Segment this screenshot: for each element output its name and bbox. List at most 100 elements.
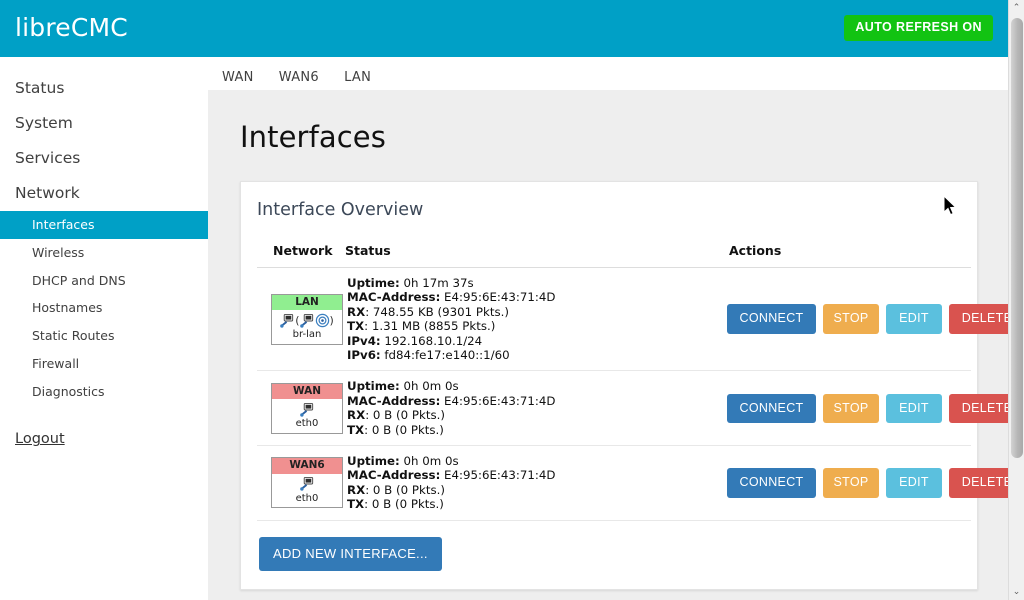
status-line: MAC-Address: E4:95:6E:43:71:4D (347, 468, 725, 482)
sidebar-item-interfaces[interactable]: Interfaces (0, 211, 208, 239)
zone-icons (272, 399, 342, 418)
tab-wan6[interactable]: WAN6 (279, 70, 319, 85)
status-list: Uptime: 0h 17m 37s MAC-Address: E4:95:6E:… (345, 276, 725, 362)
tab-bar: WAN WAN6 LAN (208, 57, 1008, 90)
sidebar-item-network[interactable]: Network (0, 176, 208, 211)
content-area: Interfaces Interface Overview Network St… (208, 90, 1008, 600)
status-label: Uptime: (347, 276, 400, 290)
status-value: 0h 0m 0s (403, 379, 459, 394)
sidebar-item-services[interactable]: Services (0, 141, 208, 176)
status-label: TX (347, 497, 365, 512)
sidebar-item-hostnames[interactable]: Hostnames (0, 294, 208, 322)
status-list: Uptime: 0h 0m 0s MAC-Address: E4:95:6E:43… (345, 379, 725, 437)
zone-badge[interactable]: WAN eth0 (271, 382, 343, 434)
interface-table-body: LAN() br-lan Uptime: 0h 17m 37s MAC-Address… (257, 267, 1008, 521)
status-list: Uptime: 0h 0m 0s MAC-Address: E4:95:6E:43… (345, 454, 725, 512)
zone-badge[interactable]: WAN6 eth0 (271, 457, 343, 509)
status-label: IPv6: (347, 348, 381, 363)
wifi-icon (315, 314, 329, 328)
status-label: TX (347, 422, 365, 437)
status-line: RX: 748.55 KB (9301 Pkts.) (347, 305, 725, 319)
status-line: TX: 0 B (0 Pkts.) (347, 423, 725, 437)
vertical-scrollbar[interactable]: ⌃ ⌄ (1008, 0, 1024, 600)
status-value: : 0 B (0 Pkts.) (365, 482, 445, 497)
delete-button[interactable]: DELETE (949, 393, 1008, 423)
top-header-bar: libreCMC AUTO REFRESH ON (0, 0, 1008, 57)
status-label: RX (347, 482, 366, 497)
page-title: Interfaces (240, 120, 386, 154)
status-label: TX (347, 319, 365, 334)
sidebar-item-diagnostics[interactable]: Diagnostics (0, 378, 208, 406)
zone-device-name: br-lan (292, 329, 322, 341)
paren-close: ) (329, 314, 334, 328)
column-header-actions: Actions (725, 235, 971, 268)
status-line: RX: 0 B (0 Pkts.) (347, 483, 725, 497)
table-row: LAN() br-lan Uptime: 0h 17m 37s MAC-Address… (257, 267, 1008, 372)
edit-button[interactable]: EDIT (886, 393, 942, 423)
status-label: RX (347, 408, 366, 423)
network-cell: LAN() br-lan (257, 267, 345, 372)
status-value: : 0 B (0 Pkts.) (364, 497, 444, 512)
status-line: RX: 0 B (0 Pkts.) (347, 408, 725, 422)
sidebar-item-system[interactable]: System (0, 106, 208, 141)
connect-button[interactable]: CONNECT (727, 304, 816, 334)
stop-button[interactable]: STOP (823, 304, 879, 334)
status-line: MAC-Address: E4:95:6E:43:71:4D (347, 394, 725, 408)
status-value: : 0 B (0 Pkts.) (365, 408, 445, 423)
delete-button[interactable]: DELETE (949, 468, 1008, 498)
status-value: E4:95:6E:43:71:4D (444, 290, 556, 305)
sidebar-item-status[interactable]: Status (0, 71, 208, 106)
sidebar-item-wireless[interactable]: Wireless (0, 239, 208, 267)
status-line: IPv4: 192.168.10.1/24 (347, 334, 725, 348)
tab-wan[interactable]: WAN (222, 70, 254, 85)
status-value: 192.168.10.1/24 (384, 333, 483, 348)
sidebar-item-firewall[interactable]: Firewall (0, 350, 208, 378)
network-cell: WAN eth0 (257, 370, 345, 447)
scroll-up-arrow-icon[interactable]: ⌃ (1009, 0, 1024, 16)
action-buttons: CONNECT STOP EDIT DELETE (725, 304, 1008, 334)
connect-button[interactable]: CONNECT (727, 468, 816, 498)
logout-link[interactable]: Logout (0, 431, 208, 447)
zone-device-name: eth0 (295, 492, 319, 504)
status-cell: Uptime: 0h 17m 37s MAC-Address: E4:95:6E:… (345, 267, 725, 372)
actions-cell: CONNECT STOP EDIT DELETE (725, 445, 1008, 521)
status-value: E4:95:6E:43:71:4D (444, 468, 556, 483)
zone-badge[interactable]: LAN() br-lan (271, 293, 343, 345)
ethernet-icon (280, 314, 294, 328)
status-label: MAC-Address: (347, 393, 441, 408)
status-line: MAC-Address: E4:95:6E:43:71:4D (347, 290, 725, 304)
connect-button[interactable]: CONNECT (727, 393, 816, 423)
zone-name: WAN (272, 383, 342, 400)
edit-button[interactable]: EDIT (886, 304, 942, 334)
status-line: TX: 1.31 MB (8855 Pkts.) (347, 319, 725, 333)
ethernet-icon (299, 402, 313, 417)
tab-lan[interactable]: LAN (344, 70, 371, 85)
stop-button[interactable]: STOP (823, 393, 879, 423)
card-title: Interface Overview (257, 200, 424, 220)
add-new-interface-button[interactable]: ADD NEW INTERFACE... (259, 536, 442, 571)
auto-refresh-toggle-button[interactable]: AUTO REFRESH ON (844, 15, 993, 41)
delete-button[interactable]: DELETE (949, 304, 1008, 334)
status-value: : 0 B (0 Pkts.) (364, 422, 444, 437)
action-buttons: CONNECT STOP EDIT DELETE (725, 393, 1008, 423)
status-value: fd84:fe17:e140::1/60 (384, 348, 510, 363)
ethernet-icon (299, 477, 313, 492)
actions-cell: CONNECT STOP EDIT DELETE (725, 267, 1008, 372)
action-buttons: CONNECT STOP EDIT DELETE (725, 468, 1008, 498)
ethernet-icon (299, 314, 313, 328)
status-value: E4:95:6E:43:71:4D (444, 393, 556, 408)
scrollbar-thumb[interactable] (1011, 18, 1023, 458)
status-label: Uptime: (347, 454, 400, 469)
column-header-network: Network (257, 235, 345, 268)
zone-device-name: eth0 (295, 418, 319, 430)
status-cell: Uptime: 0h 0m 0s MAC-Address: E4:95:6E:43… (345, 445, 725, 521)
zone-name: LAN (272, 294, 342, 311)
table-row: WAN6 eth0 Uptime: 0h 0m 0s MAC-Address: E4:… (257, 445, 1008, 521)
stop-button[interactable]: STOP (823, 468, 879, 498)
sidebar-item-dhcp-and-dns[interactable]: DHCP and DNS (0, 267, 208, 295)
table-row: WAN eth0 Uptime: 0h 0m 0s MAC-Address: E4:9… (257, 370, 1008, 447)
sidebar-item-static-routes[interactable]: Static Routes (0, 322, 208, 350)
status-value: : 748.55 KB (9301 Pkts.) (365, 304, 509, 319)
scroll-down-arrow-icon[interactable]: ⌄ (1009, 584, 1024, 600)
edit-button[interactable]: EDIT (886, 468, 942, 498)
